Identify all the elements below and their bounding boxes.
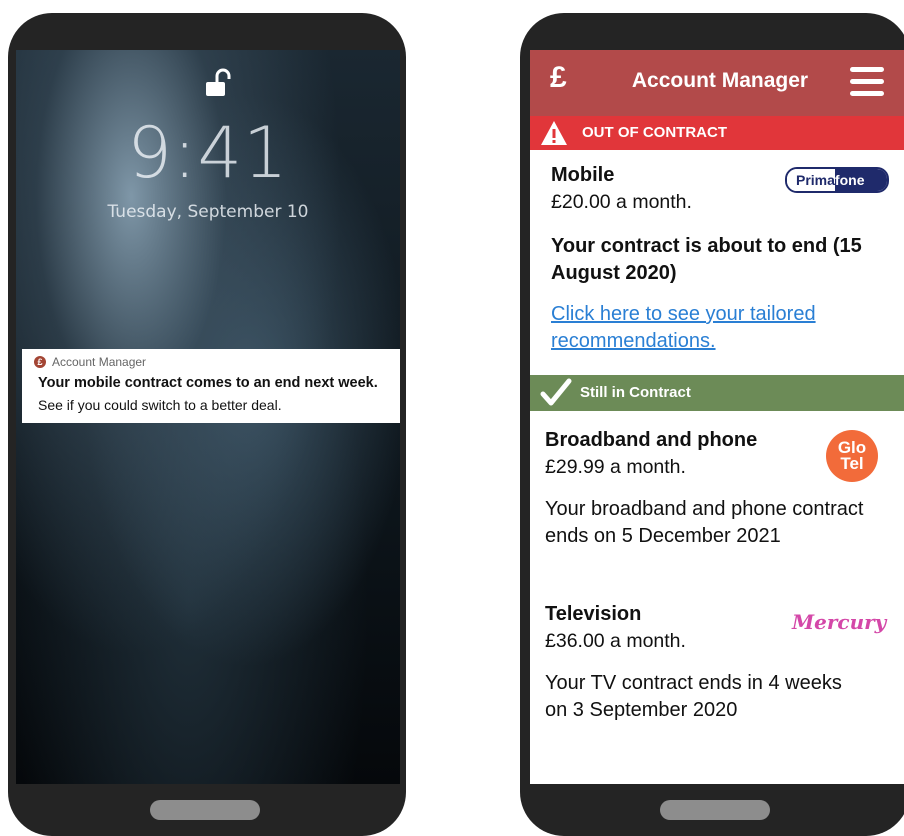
- app-title: Account Manager: [631, 69, 809, 92]
- app-screen: £ Account Manager OUT OF CONTRACT Mobile…: [530, 50, 904, 784]
- notification-body: See if you could switch to a better deal…: [38, 397, 282, 413]
- television-price: £36.00 a month.: [545, 630, 686, 652]
- contract-end-notice: Your contract is about to end (15 August…: [551, 235, 862, 284]
- out-of-contract-label: OUT OF CONTRACT: [582, 124, 727, 141]
- mobile-service-name: Mobile: [551, 164, 615, 186]
- home-button[interactable]: [660, 800, 770, 820]
- still-in-contract-banner: Still in Contract: [530, 375, 904, 411]
- primafone-logo: Prima fone: [785, 167, 889, 193]
- contract-notification[interactable]: £ Account Manager Your mobile contract c…: [22, 349, 400, 423]
- lock-screen-time: 9:41: [127, 112, 289, 194]
- notification-app-row: £ Account Manager: [34, 355, 146, 369]
- mobile-price: £20.00 a month.: [551, 191, 692, 213]
- glotel-logo-line2: Tel: [840, 454, 864, 473]
- broadband-description: Your broadband and phone contract ends o…: [545, 498, 864, 547]
- television-service-name: Television: [545, 603, 642, 625]
- broadband-service-name: Broadband and phone: [545, 429, 758, 451]
- warning-icon: [541, 121, 567, 145]
- notification-app-name: Account Manager: [52, 355, 147, 369]
- out-of-contract-banner: OUT OF CONTRACT: [530, 116, 904, 150]
- pound-icon: £: [34, 356, 46, 368]
- primafone-logo-left: Prima: [787, 169, 835, 191]
- lock-screen-date: Tuesday, September 10: [107, 202, 309, 222]
- hamburger-menu-icon[interactable]: [850, 67, 884, 97]
- notification-title: Your mobile contract comes to an end nex…: [38, 375, 378, 391]
- television-description: Your TV contract ends in 4 weeks on 3 Se…: [545, 672, 842, 721]
- lock-screen-phone: 9:41 Tuesday, September 10 £ Account Man…: [8, 13, 406, 836]
- broadband-price: £29.99 a month.: [545, 456, 686, 478]
- still-in-contract-label: Still in Contract: [580, 384, 691, 401]
- app-header: £ Account Manager: [530, 50, 904, 116]
- mercury-logo: Mercury: [792, 610, 887, 634]
- checkmark-icon: [540, 378, 572, 406]
- lock-screen: 9:41 Tuesday, September 10 £ Account Man…: [16, 50, 400, 784]
- primafone-logo-right: fone: [834, 169, 887, 191]
- tailored-recommendations-link[interactable]: Click here to see your tailored recommen…: [551, 301, 881, 355]
- home-button[interactable]: [150, 800, 260, 820]
- unlocked-padlock-icon: [206, 68, 231, 96]
- glotel-logo: Glo Tel: [826, 430, 878, 482]
- app-phone: £ Account Manager OUT OF CONTRACT Mobile…: [520, 13, 904, 836]
